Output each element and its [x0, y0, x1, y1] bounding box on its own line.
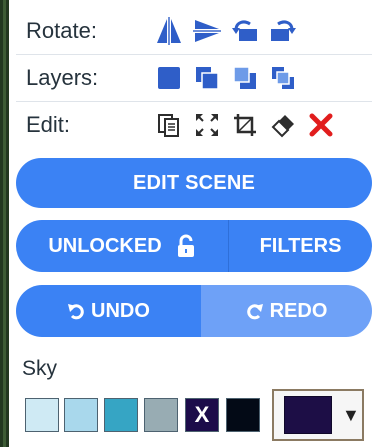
fit-icon[interactable] — [189, 107, 225, 143]
redo-button[interactable]: REDO — [201, 285, 372, 337]
crop-icon[interactable] — [227, 107, 263, 143]
layers-label: Layers: — [26, 65, 99, 90]
bring-to-front-icon[interactable] — [151, 60, 187, 96]
redo-icon — [246, 302, 264, 320]
rotate-label: Rotate: — [26, 18, 97, 43]
flip-vertical-icon[interactable] — [189, 13, 225, 49]
filters-label: FILTERS — [259, 234, 342, 257]
edit-label: Edit: — [26, 112, 71, 137]
send-to-back-icon[interactable] — [265, 60, 301, 96]
redo-label: REDO — [269, 299, 328, 322]
undo-redo-group: UNDO REDO — [16, 285, 372, 337]
undo-label: UNDO — [91, 299, 150, 322]
sky-swatch-2[interactable] — [64, 398, 98, 432]
sky-swatch-4[interactable] — [144, 398, 178, 432]
sky-swatch-1[interactable] — [25, 398, 59, 432]
edit-scene-label: EDIT SCENE — [132, 171, 256, 194]
canvas-edge — [0, 0, 9, 447]
rotate-left-icon[interactable] — [227, 13, 263, 49]
unlock-icon — [176, 234, 196, 258]
selected-mark: X — [194, 402, 210, 427]
edit-row: Edit: — [16, 102, 372, 148]
picker-color-chip — [284, 396, 332, 434]
bring-forward-icon[interactable] — [189, 60, 225, 96]
sky-label: Sky — [22, 357, 58, 380]
send-backward-icon[interactable] — [227, 60, 263, 96]
delete-icon[interactable] — [303, 107, 339, 143]
eraser-icon[interactable] — [265, 107, 301, 143]
unlocked-button[interactable]: UNLOCKED — [16, 220, 228, 272]
lock-filters-group: UNLOCKED FILTERS — [16, 220, 372, 272]
flip-horizontal-icon[interactable] — [151, 13, 187, 49]
copy-icon[interactable] — [151, 107, 187, 143]
rotate-row: Rotate: — [16, 8, 372, 55]
undo-icon — [67, 302, 85, 320]
undo-button[interactable]: UNDO — [16, 285, 201, 337]
layers-row: Layers: — [16, 55, 372, 102]
unlocked-label: UNLOCKED — [48, 234, 162, 257]
sky-swatch-5-selected[interactable]: X — [185, 398, 219, 432]
sky-swatch-3[interactable] — [104, 398, 138, 432]
rotate-right-icon[interactable] — [265, 13, 301, 49]
dropdown-arrow-icon: ▼ — [342, 404, 360, 425]
filters-button[interactable]: FILTERS — [229, 220, 372, 272]
edit-scene-button[interactable]: EDIT SCENE — [16, 158, 372, 208]
sky-swatch-6[interactable] — [226, 398, 260, 432]
sky-color-picker[interactable]: ▼ — [272, 389, 364, 441]
